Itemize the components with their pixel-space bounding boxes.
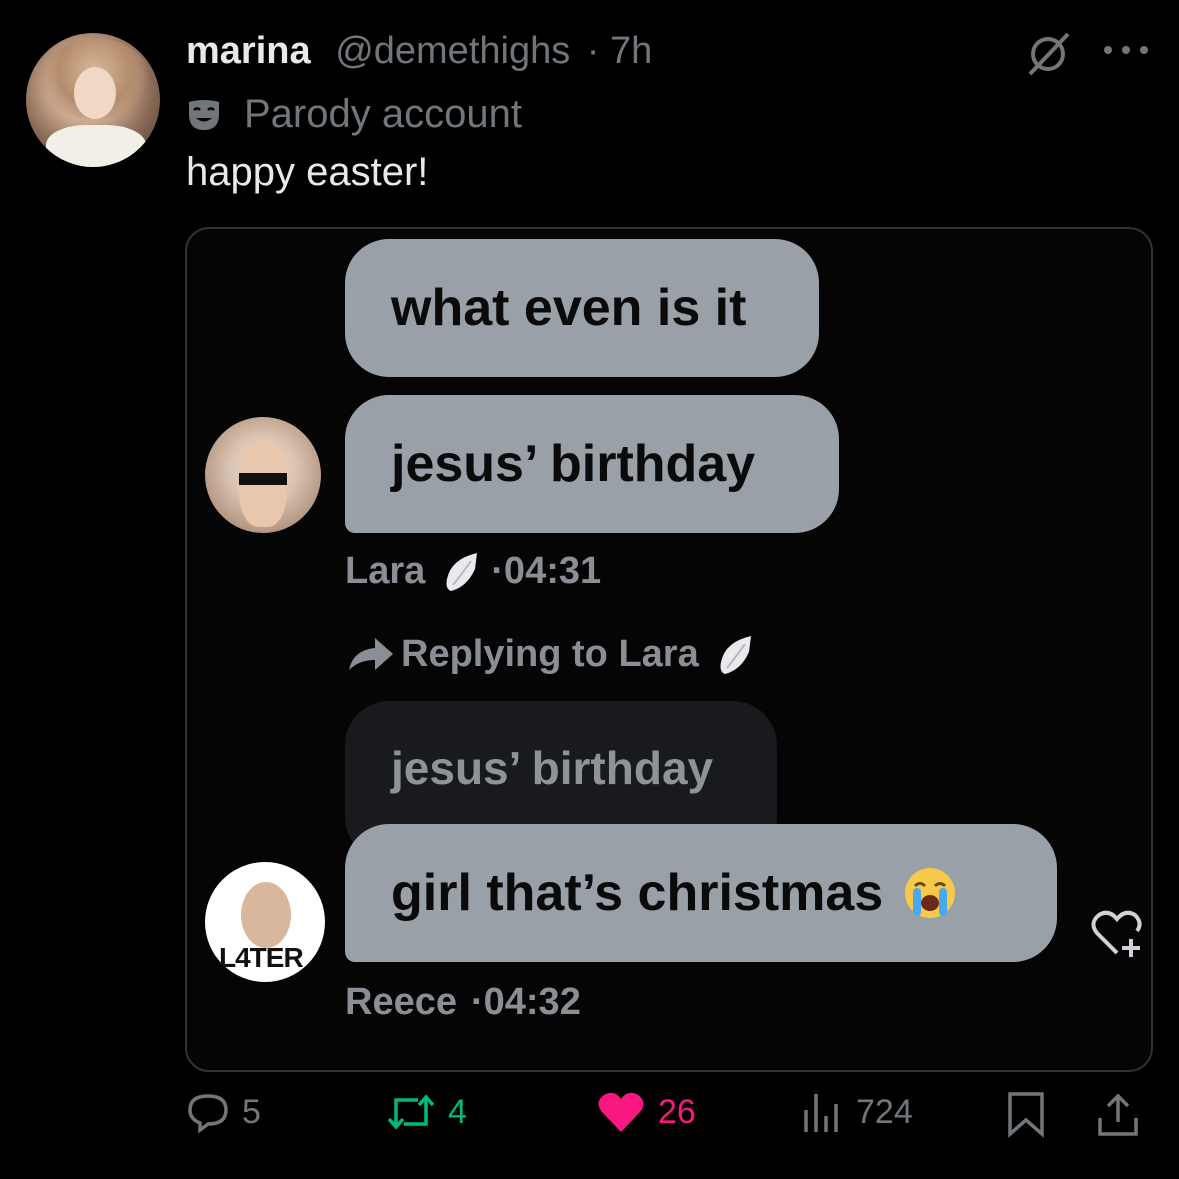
views-icon [804,1094,838,1132]
wing-icon [720,636,751,674]
lara-avatar [205,417,321,533]
like-button[interactable]: 26 [596,1090,696,1134]
views-button[interactable]: 724 [800,1090,913,1134]
share-button[interactable] [1096,1090,1152,1138]
replying-to: Replying to Lara [345,632,765,676]
reply-count: 5 [242,1092,261,1131]
repost-count: 4 [448,1092,467,1131]
views-count: 724 [856,1092,913,1131]
wing-icon [446,553,478,591]
message-time: ·04:31 [491,549,602,592]
more-icon[interactable] [1104,36,1148,64]
author-avatar[interactable] [26,33,160,167]
avatar-text: L4TER [219,942,304,973]
repost-button[interactable]: 4 [386,1090,467,1134]
message-bubble: what even is it [345,239,819,377]
message-bubble: girl that’s christmas [345,824,1057,962]
like-icon [598,1092,644,1132]
mask-icon [189,99,219,130]
message-bubble: jesus’ birthday [345,395,839,533]
message-meta: Reece ·04:32 [345,981,581,1024]
message-time: ·04:32 [470,981,581,1023]
sender-name: Lara [345,549,426,592]
heart-add-icon[interactable] [1089,909,1145,959]
action-bar: 5 4 26 724 [186,1090,1146,1154]
reply-button[interactable]: 5 [186,1090,261,1134]
tweet-text: happy easter! [186,150,429,194]
message-meta: Lara ·04:31 [345,549,601,593]
parody-label: Parody account [186,92,522,137]
parody-label-text: Parody account [244,92,522,136]
reply-label: Replying to Lara [401,632,699,675]
crying-emoji-icon [905,868,956,918]
bookmark-icon [1008,1092,1044,1138]
bookmark-button[interactable] [1004,1090,1060,1138]
share-icon [1098,1093,1138,1136]
display-name[interactable]: marina [186,30,311,72]
message-text: girl that’s christmas [391,864,884,922]
reply-icon [188,1094,228,1134]
reece-avatar: L4TER [205,862,325,982]
sender-name: Reece [345,981,457,1023]
reply-arrow-icon [349,638,393,670]
grok-icon[interactable] [1024,30,1072,78]
like-count: 26 [658,1092,696,1131]
media-card[interactable]: what even is it jesus’ birthday Lara ·04… [185,227,1153,1072]
tweet-time[interactable]: · 7h [587,30,652,72]
tweet-header: marina @demethighs · 7h [186,30,652,73]
user-handle[interactable]: @demethighs [335,30,570,72]
repost-icon [387,1094,435,1130]
